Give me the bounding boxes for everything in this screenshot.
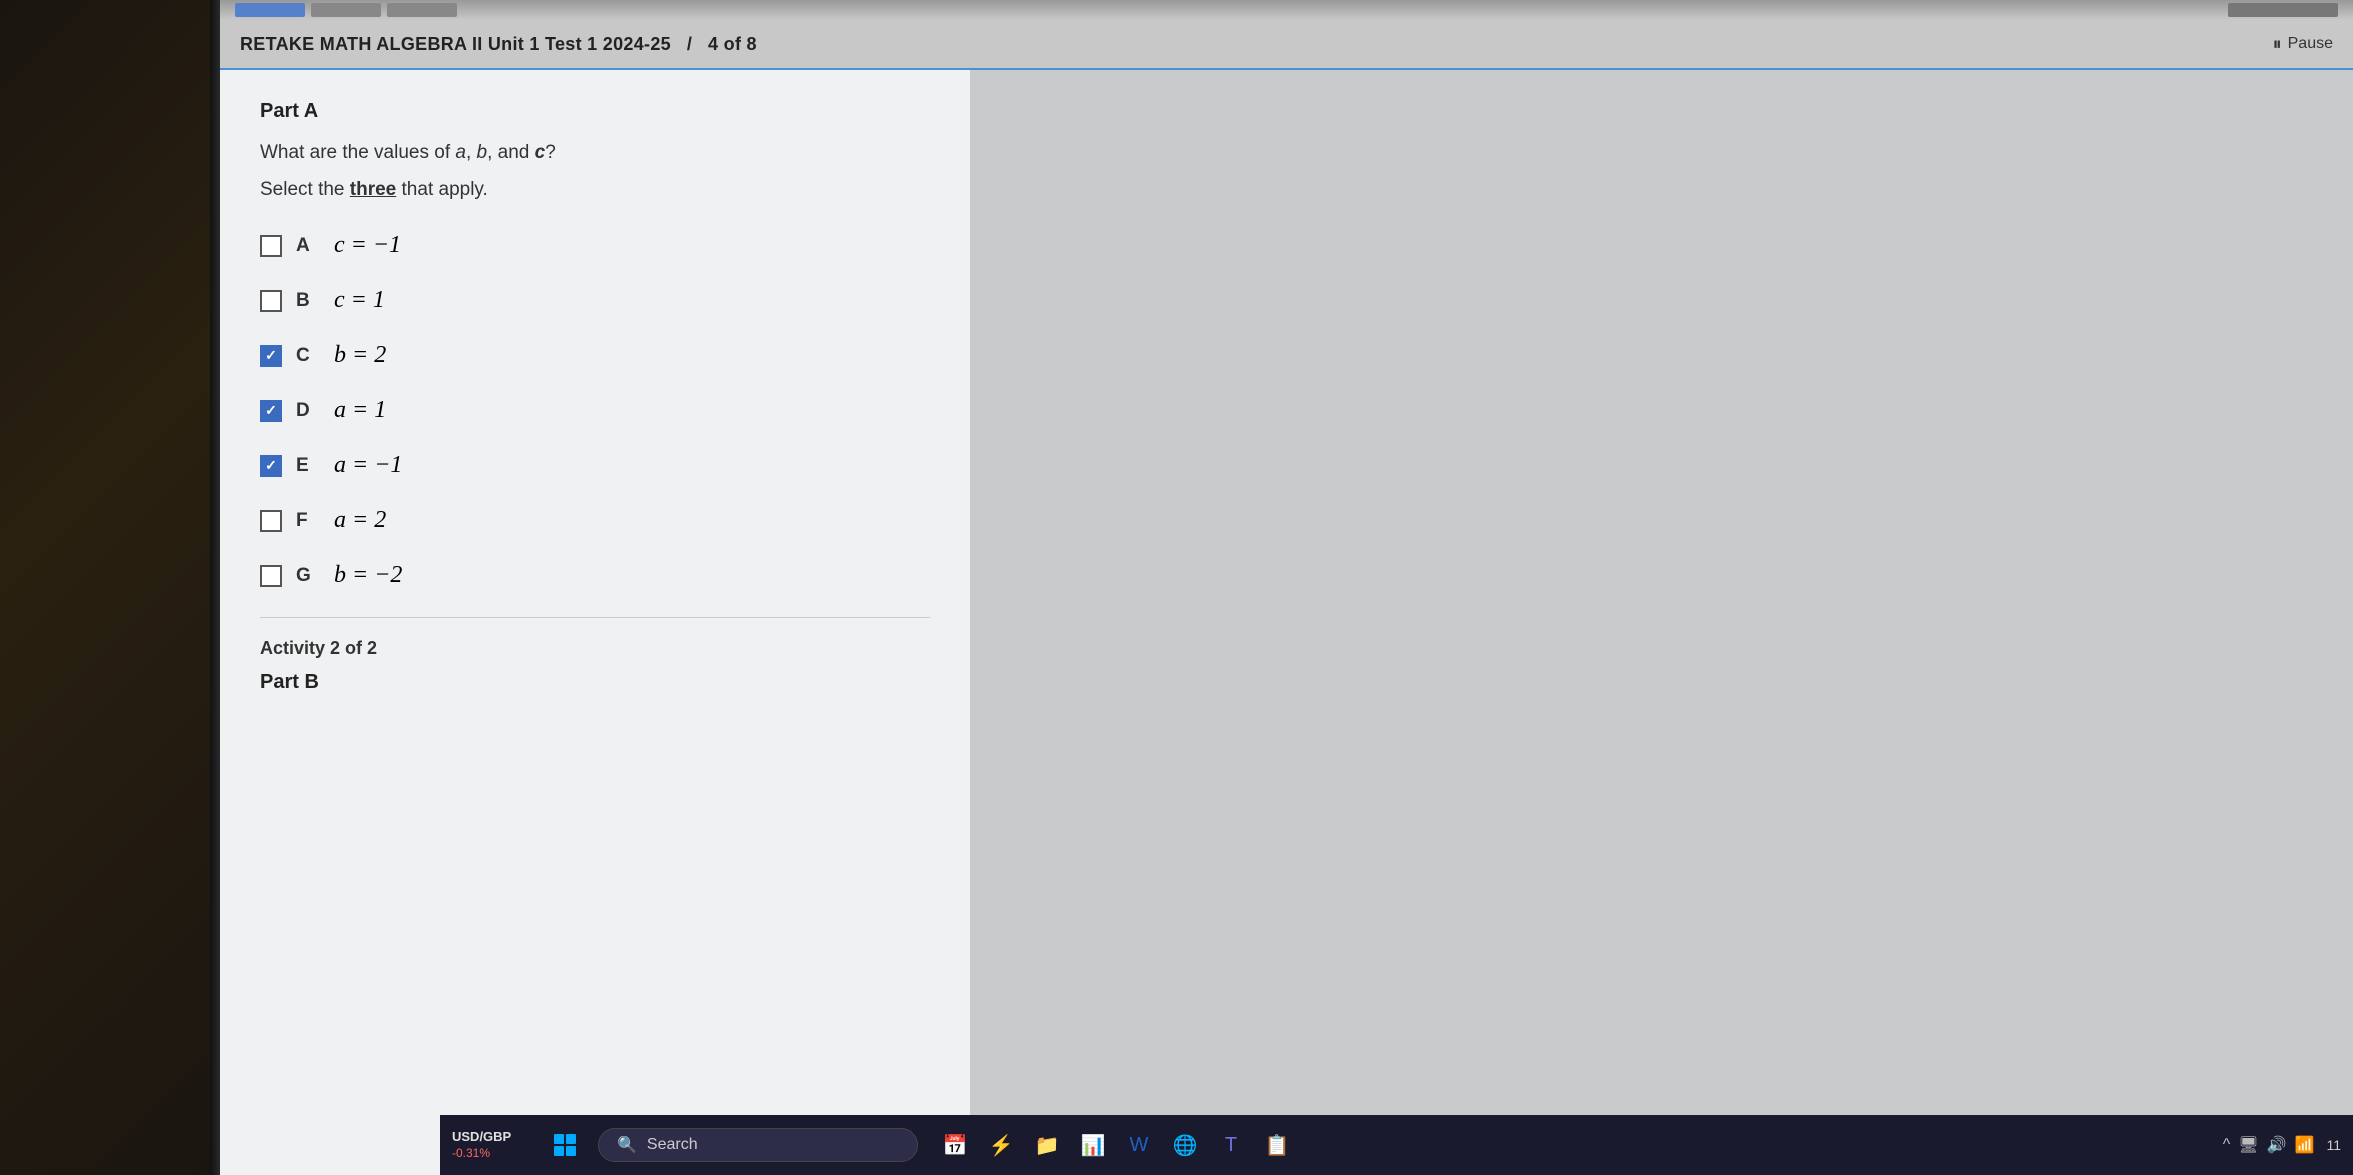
option-math-b: c = 1 (334, 287, 385, 314)
pause-button[interactable]: ⏸ Pause (2273, 34, 2333, 55)
nav-btn-4[interactable] (2228, 3, 2338, 17)
option-letter-b: B (296, 290, 320, 312)
edge-icon[interactable]: 🌐 (1166, 1126, 1204, 1164)
option-row-g: G b = −2 (260, 562, 930, 589)
system-tray: ^ 🖥 🔊 📶 11 (2223, 1135, 2341, 1155)
clock: 11 (2326, 1137, 2341, 1153)
teams-icon[interactable]: T (1212, 1126, 1250, 1164)
progress-text: 4 of 8 (708, 34, 757, 54)
option-row-a: A c = −1 (260, 232, 930, 259)
currency-change: -0.31% (452, 1146, 532, 1162)
option-row-f: F a = 2 (260, 507, 930, 534)
option-math-c: b = 2 (334, 342, 386, 369)
windows-logo (554, 1134, 576, 1156)
nav-btn-1[interactable] (235, 3, 305, 17)
tray-icon-1: ^ (2223, 1136, 2231, 1154)
checkbox-b[interactable] (260, 290, 282, 312)
checkbox-d[interactable] (260, 400, 282, 422)
taskbar: USD/GBP -0.31% 🔍 Search 📅 ⚡ 📁 📊 W (440, 1115, 2353, 1175)
header-title: RETAKE MATH ALGEBRA II Unit 1 Test 1 202… (240, 34, 757, 55)
question-text: What are the values of a, b, and c? (260, 139, 930, 168)
option-letter-e: E (296, 455, 320, 477)
currency-widget: USD/GBP -0.31% (452, 1129, 532, 1161)
checkbox-e[interactable] (260, 455, 282, 477)
option-letter-c: C (296, 345, 320, 367)
search-bar[interactable]: 🔍 Search (598, 1128, 918, 1162)
option-math-a: c = −1 (334, 232, 401, 259)
office-icon[interactable]: ⚡ (982, 1126, 1020, 1164)
nav-btn-2[interactable] (311, 3, 381, 17)
pause-icon: ⏸ (2273, 34, 2282, 55)
tray-volume-icon[interactable]: 🔊 (2267, 1135, 2287, 1155)
calendar-icon[interactable]: 📅 (936, 1126, 974, 1164)
checkbox-g[interactable] (260, 565, 282, 587)
option-row-b: B c = 1 (260, 287, 930, 314)
search-text: Search (647, 1136, 698, 1154)
option-letter-g: G (296, 565, 320, 587)
checkbox-c[interactable] (260, 345, 282, 367)
nav-cutoff-area (220, 0, 2353, 20)
start-button[interactable] (542, 1127, 588, 1163)
select-instruction: Select the three that apply. (260, 176, 930, 205)
checkbox-a[interactable] (260, 235, 282, 257)
option-letter-f: F (296, 510, 320, 532)
option-math-f: a = 2 (334, 507, 386, 534)
search-icon: 🔍 (617, 1135, 637, 1155)
pause-label: Pause (2288, 35, 2333, 53)
option-letter-a: A (296, 235, 320, 257)
option-letter-d: D (296, 400, 320, 422)
folder-icon[interactable]: 📁 (1028, 1126, 1066, 1164)
divider (260, 617, 930, 618)
question-panel: Part A What are the values of a, b, and … (220, 70, 970, 1175)
word-icon[interactable]: W (1120, 1126, 1158, 1164)
content-area: Part A What are the values of a, b, and … (220, 70, 2353, 1175)
option-math-g: b = −2 (334, 562, 402, 589)
nav-btn-3[interactable] (387, 3, 457, 17)
option-math-e: a = −1 (334, 452, 402, 479)
right-panel (970, 70, 2353, 1175)
physical-environment (0, 0, 220, 1175)
extra-icon[interactable]: 📋 (1258, 1126, 1296, 1164)
part-a-label: Part A (260, 100, 930, 123)
sys-icons: ^ 🖥 🔊 📶 (2223, 1135, 2315, 1155)
test-title-text: RETAKE MATH ALGEBRA II Unit 1 Test 1 202… (240, 34, 671, 54)
monitor-screen: RETAKE MATH ALGEBRA II Unit 1 Test 1 202… (220, 0, 2353, 1175)
currency-label: USD/GBP (452, 1129, 532, 1146)
taskbar-icons: 📅 ⚡ 📁 📊 W 🌐 T 📋 (936, 1126, 1296, 1164)
tray-wifi-icon: 📶 (2295, 1135, 2315, 1155)
option-row-e: E a = −1 (260, 452, 930, 479)
option-row-d: D a = 1 (260, 397, 930, 424)
checkbox-f[interactable] (260, 510, 282, 532)
tray-desktop-icon[interactable]: 🖥 (2238, 1135, 2258, 1155)
option-row-c: C b = 2 (260, 342, 930, 369)
part-b-label: Part B (260, 671, 930, 694)
activity-label: Activity 2 of 2 (260, 638, 930, 659)
option-math-d: a = 1 (334, 397, 386, 424)
powerpoint-icon[interactable]: 📊 (1074, 1126, 1112, 1164)
header-bar: RETAKE MATH ALGEBRA II Unit 1 Test 1 202… (220, 20, 2353, 70)
